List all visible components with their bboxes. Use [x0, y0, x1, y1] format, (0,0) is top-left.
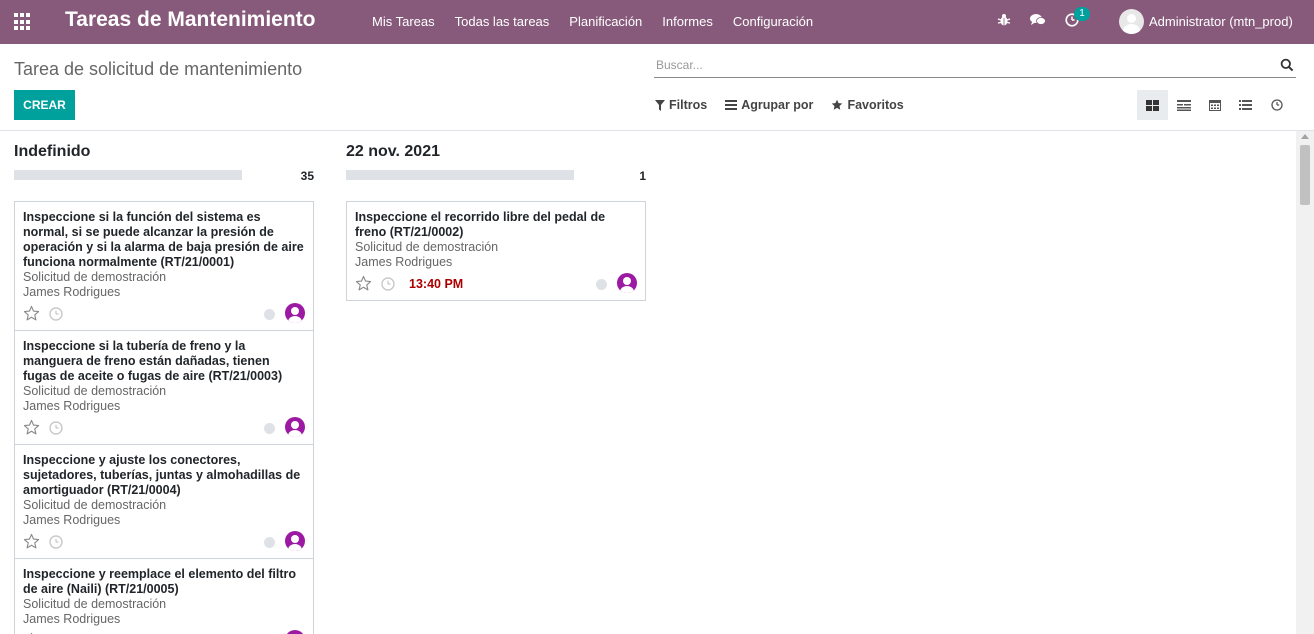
kanban-card[interactable]: Inspeccione el recorrido libre del pedal…	[346, 201, 646, 301]
priority-star-icon[interactable]	[23, 305, 40, 322]
card-title: Inspeccione si la función del sistema es…	[23, 210, 304, 269]
filters-label: Filtros	[669, 98, 708, 112]
priority-star-icon[interactable]	[23, 533, 40, 550]
card-footer	[23, 414, 305, 444]
column-cards: Inspeccione si la función del sistema es…	[14, 201, 314, 634]
card-title: Inspeccione y reemplace el elemento del …	[23, 567, 297, 596]
kanban-state-dot[interactable]	[264, 309, 275, 320]
card-request: Solicitud de demostración	[23, 270, 167, 284]
favorites-label: Favoritos	[847, 98, 904, 112]
column-title[interactable]: Indefinido	[14, 143, 90, 161]
create-button[interactable]: CREAR	[14, 90, 75, 120]
search-icon[interactable]	[1280, 58, 1294, 72]
user-name: Administrator (mtn_prod)	[1149, 14, 1293, 29]
activity-clock-icon[interactable]	[381, 277, 395, 291]
kanban-card[interactable]: Inspeccione y reemplace el elemento del …	[14, 558, 314, 634]
activity-view-clock-icon	[1270, 99, 1283, 111]
card-footer: 13:40 PM	[355, 270, 637, 300]
list-detail-view-icon	[1176, 99, 1191, 111]
kanban-state-dot[interactable]	[264, 423, 275, 434]
kanban-state-dot[interactable]	[264, 537, 275, 548]
control-panel: Tarea de solicitud de mantenimiento CREA…	[0, 44, 1314, 131]
main-menu: Mis Tareas Todas las tareas Planificació…	[372, 14, 833, 29]
activity-badge: 1	[1074, 7, 1090, 21]
card-footer	[23, 528, 305, 558]
card-deadline: 13:40 PM	[409, 277, 464, 291]
search-bar	[654, 55, 1296, 78]
group-by-label: Agrupar por	[741, 98, 814, 112]
card-request: Solicitud de demostración	[355, 240, 499, 254]
activity-view-button[interactable]	[1261, 90, 1292, 120]
card-assignee: James Rodrigues	[23, 399, 121, 413]
scrollbar-thumb[interactable]	[1300, 145, 1310, 205]
card-assignee: James Rodrigues	[23, 285, 121, 299]
app-title[interactable]: Tareas de Mantenimiento	[65, 8, 316, 32]
card-footer	[23, 300, 305, 330]
card-assignee: James Rodrigues	[23, 612, 121, 626]
top-navbar: Tareas de Mantenimiento Mis Tareas Todas…	[0, 0, 1314, 44]
kanban-card[interactable]: Inspeccione y ajuste los conectores, suj…	[14, 444, 314, 558]
card-title: Inspeccione el recorrido libre del pedal…	[355, 210, 606, 239]
search-input[interactable]	[654, 55, 1254, 75]
kanban-card[interactable]: Inspeccione si la función del sistema es…	[14, 201, 314, 330]
list-detail-view-button[interactable]	[1168, 90, 1199, 120]
column-title[interactable]: 22 nov. 2021	[346, 143, 440, 161]
kanban-card[interactable]: Inspeccione si la tubería de freno y la …	[14, 330, 314, 444]
card-footer	[23, 627, 305, 634]
apps-menu-icon[interactable]	[14, 13, 32, 31]
card-title: Inspeccione y ajuste los conectores, suj…	[23, 453, 301, 497]
systray: 1	[996, 7, 1098, 28]
card-request: Solicitud de demostración	[23, 597, 167, 611]
user-menu[interactable]: Administrator (mtn_prod)	[1119, 9, 1293, 34]
priority-star-icon[interactable]	[23, 419, 40, 436]
assignee-avatar[interactable]	[285, 531, 305, 551]
menu-item-reports[interactable]: Informes	[662, 14, 713, 29]
chat-icon[interactable]	[1030, 12, 1046, 28]
activity-clock-icon[interactable]	[49, 421, 63, 435]
calendar-view-icon	[1208, 100, 1221, 111]
filter-icon	[655, 99, 665, 111]
kanban-board: Indefinido 35 Inspeccione si la función …	[0, 131, 1296, 634]
assignee-avatar[interactable]	[285, 417, 305, 437]
assignee-avatar[interactable]	[617, 273, 637, 293]
column-cards: Inspeccione el recorrido libre del pedal…	[346, 201, 646, 301]
list-view-button[interactable]	[1230, 90, 1261, 120]
card-assignee: James Rodrigues	[23, 513, 121, 527]
calendar-view-button[interactable]	[1199, 90, 1230, 120]
kanban-view-button[interactable]	[1137, 90, 1168, 120]
column-progress-bar[interactable]	[346, 170, 574, 180]
card-title: Inspeccione si la tubería de freno y la …	[23, 339, 283, 383]
column-count: 1	[639, 169, 646, 183]
group-by-button[interactable]: Agrupar por	[725, 98, 813, 112]
card-request: Solicitud de demostración	[23, 384, 167, 398]
menu-item-planning[interactable]: Planificación	[569, 14, 642, 29]
bug-icon[interactable]	[996, 12, 1012, 28]
list-view-icon	[1239, 100, 1252, 110]
card-request: Solicitud de demostración	[23, 498, 167, 512]
assignee-avatar[interactable]	[285, 303, 305, 323]
favorites-button[interactable]: Favoritos	[831, 98, 904, 112]
priority-star-icon[interactable]	[355, 275, 372, 292]
column-progress-bar[interactable]	[14, 170, 242, 180]
vertical-scrollbar[interactable]	[1296, 131, 1314, 634]
group-by-icon	[725, 100, 738, 110]
filters-button[interactable]: Filtros	[655, 98, 707, 112]
search-options: Filtros Agrupar por Favoritos	[655, 98, 922, 112]
assignee-avatar[interactable]	[285, 630, 305, 634]
activity-clock-icon[interactable]	[49, 535, 63, 549]
menu-item-my-tasks[interactable]: Mis Tareas	[372, 14, 435, 29]
kanban-state-dot[interactable]	[596, 279, 607, 290]
menu-item-all-tasks[interactable]: Todas las tareas	[455, 14, 550, 29]
view-switcher	[1137, 90, 1292, 120]
user-avatar	[1119, 9, 1144, 34]
scroll-up-arrow-icon[interactable]	[1301, 134, 1309, 139]
activity-clock-icon[interactable]: 1	[1064, 7, 1090, 28]
card-assignee: James Rodrigues	[355, 255, 453, 269]
menu-item-configuration[interactable]: Configuración	[733, 14, 813, 29]
activity-clock-icon[interactable]	[49, 307, 63, 321]
favorites-star-icon	[832, 99, 843, 110]
kanban-view-icon	[1146, 99, 1159, 111]
breadcrumb: Tarea de solicitud de mantenimiento	[14, 59, 303, 79]
column-count: 35	[300, 169, 314, 183]
